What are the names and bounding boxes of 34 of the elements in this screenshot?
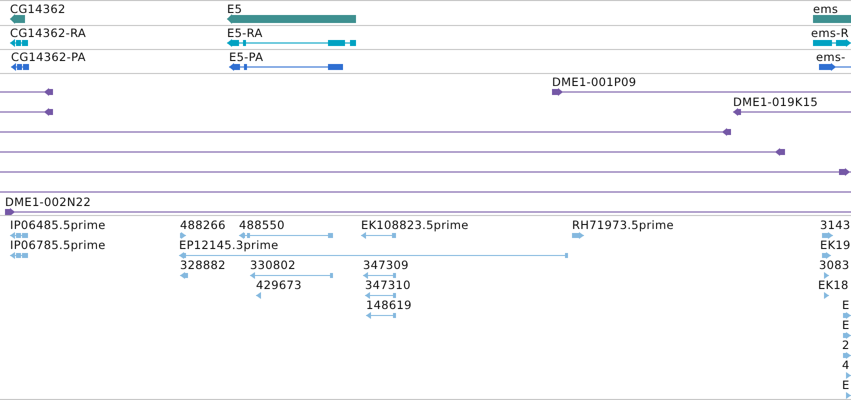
- feature-label: 488550: [239, 219, 285, 232]
- feature-label: E: [842, 379, 850, 392]
- feature-label: 330802: [250, 259, 296, 272]
- feature-label: IP06485.5prime: [10, 219, 106, 232]
- feature-label: 347309: [363, 259, 409, 272]
- feature-label: 3083: [819, 259, 850, 272]
- feature-label: 488266: [180, 219, 226, 232]
- feature-label: EK18: [818, 279, 849, 292]
- feature-label: EK108823.5prime: [361, 219, 469, 232]
- feature-label: E: [842, 319, 850, 332]
- feature-label: EP12145.3prime: [179, 239, 278, 252]
- feature-label: E5-RA: [227, 27, 263, 40]
- feature-label: E5-PA: [229, 51, 264, 64]
- feature-label: 347310: [365, 279, 411, 292]
- feature-label: EK19: [820, 239, 851, 252]
- feature-label: 4: [842, 359, 850, 372]
- feature-label: CG14362-RA: [10, 27, 86, 40]
- feature-label: 328882: [180, 259, 226, 272]
- feature-label: E5: [227, 3, 242, 16]
- feature-label: 429673: [256, 279, 302, 292]
- feature-label: DME1-019K15: [733, 96, 818, 109]
- feature-label: DME1-002N22: [5, 196, 91, 209]
- feature-label: 3143: [820, 219, 850, 232]
- feature-label: 2: [842, 339, 850, 352]
- feature-label: 148619: [366, 299, 412, 312]
- feature-label: IP06785.5prime: [10, 239, 106, 252]
- feature-label: ems-R: [811, 27, 849, 40]
- feature-label: E: [842, 299, 850, 312]
- feature-label: DME1-001P09: [552, 76, 636, 89]
- feature-label: RH71973.5prime: [572, 219, 674, 232]
- feature-label: ems: [813, 3, 838, 16]
- feature-label: CG14362-PA: [11, 51, 86, 64]
- feature-label: ems-: [816, 51, 846, 64]
- feature-label: CG14362: [10, 3, 66, 16]
